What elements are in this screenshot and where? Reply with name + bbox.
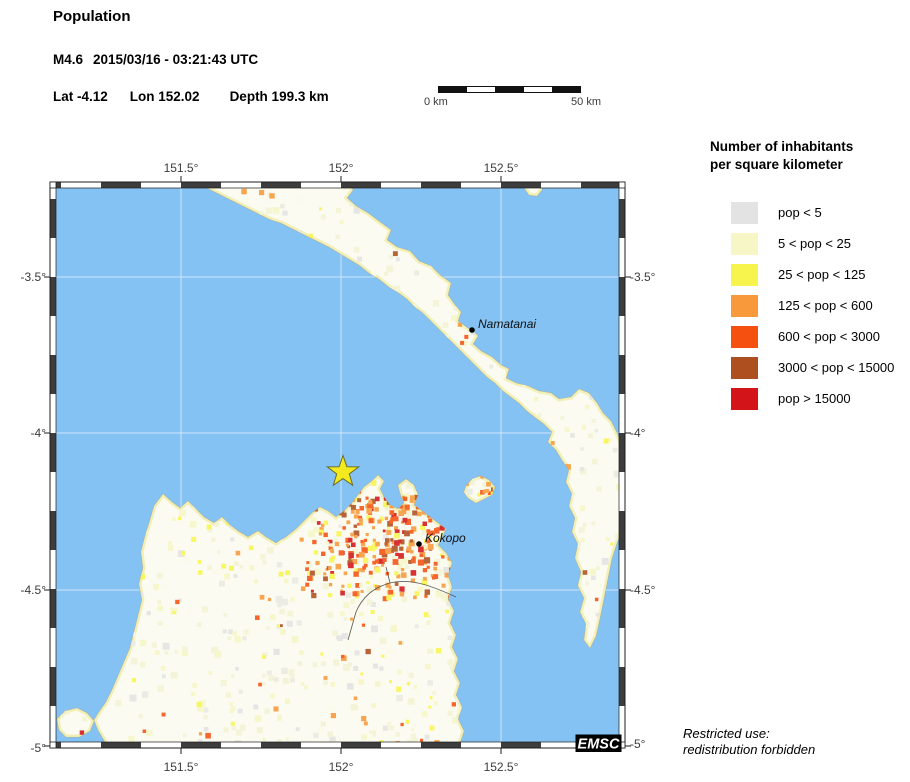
- legend-swatch: [731, 295, 758, 317]
- legend-row: pop < 5: [731, 202, 910, 224]
- legend-row: pop > 15000: [731, 388, 910, 410]
- axis-label-left: -5°: [31, 741, 47, 755]
- usage-notice: Restricted use: redistribution forbidden: [683, 726, 815, 757]
- legend-label: pop > 15000: [778, 391, 851, 406]
- axis-label-bottom: 152°: [329, 760, 354, 774]
- usage-notice-line1: Restricted use:: [683, 726, 815, 742]
- legend-label: 3000 < pop < 15000: [778, 360, 894, 375]
- axis-label-right: -4.5°: [630, 583, 656, 597]
- legend-title: Number of inhabitants per square kilomet…: [710, 138, 910, 174]
- legend-swatch: [731, 326, 758, 348]
- legend-label: 25 < pop < 125: [778, 267, 865, 282]
- axis-label-right: -3.5°: [630, 270, 656, 284]
- legend-row: 5 < pop < 25: [731, 233, 910, 255]
- axis-label-left: -4°: [31, 426, 47, 440]
- legend-swatch: [731, 388, 758, 410]
- usage-notice-line2: redistribution forbidden: [683, 742, 815, 758]
- axis-label-right: -5°: [630, 737, 646, 751]
- legend-swatch: [731, 233, 758, 255]
- legend-row: 25 < pop < 125: [731, 264, 910, 286]
- legend-swatch: [731, 264, 758, 286]
- axis-label-left: -3.5°: [21, 270, 47, 284]
- axis-label-bottom: 151.5°: [164, 760, 199, 774]
- city-label: Kokopo: [425, 531, 466, 545]
- legend-swatch: [731, 357, 758, 379]
- legend-row: 3000 < pop < 15000: [731, 357, 910, 379]
- emsc-logo-text: EMSC: [578, 737, 620, 753]
- legend-title-line2: per square kilometer: [710, 156, 910, 174]
- city-namatanai: Namatanai: [469, 317, 536, 333]
- axis-label-top: 152.5°: [484, 161, 519, 175]
- legend-label: 125 < pop < 600: [778, 298, 873, 313]
- legend-label: pop < 5: [778, 205, 822, 220]
- emsc-population-map-page: Population M4.62015/03/16 - 03:21:43 UTC…: [0, 0, 910, 782]
- emsc-logo: EMSC: [576, 735, 622, 753]
- city-dot: [469, 327, 475, 333]
- axis-label-top: 151.5°: [164, 161, 199, 175]
- legend-items: pop < 5 5 < pop < 25 25 < pop < 125 125 …: [710, 202, 910, 410]
- city-dot: [416, 541, 422, 547]
- city-label: Namatanai: [478, 317, 536, 331]
- legend-label: 600 < pop < 3000: [778, 329, 880, 344]
- axis-label-top: 152°: [329, 161, 354, 175]
- legend-label: 5 < pop < 25: [778, 236, 851, 251]
- legend-row: 125 < pop < 600: [731, 295, 910, 317]
- legend-row: 600 < pop < 3000: [731, 326, 910, 348]
- legend-swatch: [731, 202, 758, 224]
- legend-title-line1: Number of inhabitants: [710, 138, 910, 156]
- axis-label-bottom: 152.5°: [484, 760, 519, 774]
- legend: Number of inhabitants per square kilomet…: [710, 138, 910, 419]
- axis-label-left: -4.5°: [21, 583, 47, 597]
- axis-label-right: -4°: [630, 426, 646, 440]
